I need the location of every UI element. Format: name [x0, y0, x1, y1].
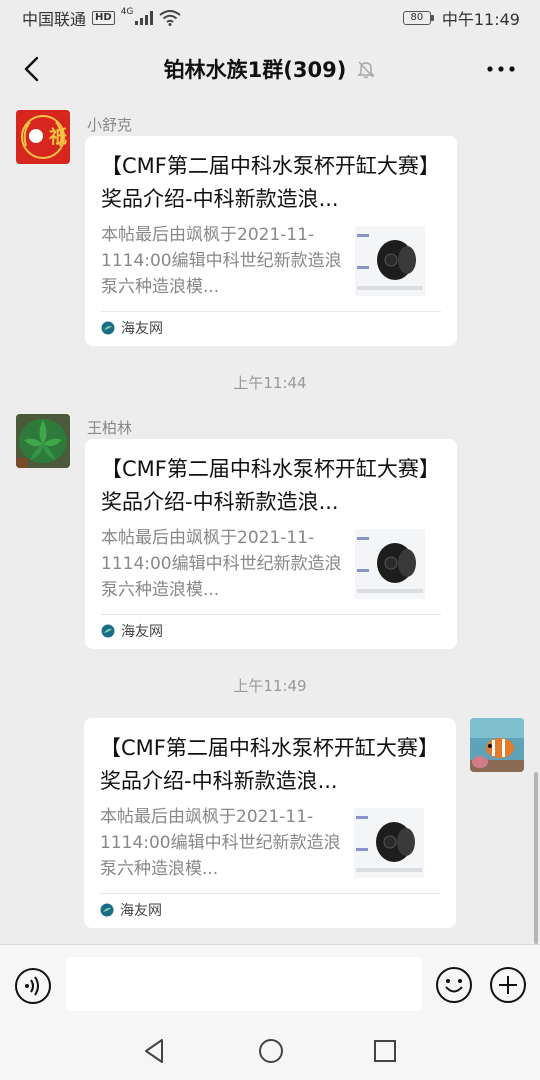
- svg-text:祇: 祇: [48, 126, 67, 148]
- source-globe-icon: [101, 624, 115, 638]
- link-card[interactable]: 【CMF第二届中科水泵杯开缸大赛】奖品介绍-中科新款造浪... 本帖最后由飒枫于…: [85, 136, 457, 346]
- nav-home-circle-icon: [259, 1039, 283, 1063]
- chat-header: 铂林水族1群(309): [0, 36, 540, 102]
- card-body: 本帖最后由飒枫于2021-11-1114:00编辑中科世纪新款造浪泵六种造浪模.…: [101, 222, 441, 300]
- bell-off-icon: [357, 61, 376, 79]
- message-input[interactable]: [66, 957, 422, 1011]
- card-description: 本帖最后由飒枫于2021-11-1114:00编辑中科世纪新款造浪泵六种造浪模.…: [101, 225, 342, 297]
- card-divider: [101, 311, 441, 312]
- scrollbar[interactable]: [534, 772, 538, 944]
- card-body: 本帖最后由飒枫于2021-11-1114:00编辑中科世纪新款造浪泵六种造浪模.…: [101, 525, 441, 603]
- battery-level: 80: [402, 11, 431, 25]
- link-card[interactable]: 【CMF第二届中科水泵杯开缸大赛】奖品介绍-中科新款造浪... 本帖最后由飒枫于…: [84, 718, 456, 928]
- avatar[interactable]: [16, 414, 70, 468]
- card-thumbnail: [355, 529, 425, 599]
- wifi-icon: [159, 10, 182, 26]
- hd-badge: HD: [92, 11, 115, 25]
- avatar[interactable]: [470, 718, 524, 772]
- voice-button[interactable]: [14, 967, 52, 1005]
- card-source-label: 海友网: [120, 903, 162, 919]
- card-source-label: 海友网: [121, 321, 163, 337]
- card-description: 本帖最后由飒枫于2021-11-1114:00编辑中科世纪新款造浪泵六种造浪模.…: [100, 807, 341, 879]
- emoji-icon: [436, 967, 472, 1003]
- card-source: 海友网: [101, 318, 163, 338]
- nav-home-button[interactable]: [256, 1036, 286, 1066]
- card-thumbnail: [354, 808, 424, 878]
- status-right: 80 中午11:49: [402, 6, 520, 30]
- card-thumbnail: [355, 226, 425, 296]
- emoji-button[interactable]: [434, 965, 474, 1005]
- nav-back-triangle-icon: [145, 1039, 163, 1063]
- signal-icon: [135, 11, 154, 25]
- card-description: 本帖最后由飒枫于2021-11-1114:00编辑中科世纪新款造浪泵六种造浪模.…: [101, 528, 342, 600]
- battery-icon: 80: [402, 11, 434, 25]
- card-title: 【CMF第二届中科水泵杯开缸大赛】奖品介绍-中科新款造浪...: [101, 457, 440, 514]
- avatar[interactable]: 祇: [16, 110, 70, 164]
- status-time: 中午11:49: [441, 10, 520, 29]
- more-dots-icon: [487, 66, 515, 72]
- system-nav-bar: [0, 1024, 540, 1080]
- card-source: 海友网: [101, 621, 163, 641]
- input-bar: [0, 944, 540, 1024]
- card-title: 【CMF第二届中科水泵杯开缸大赛】奖品介绍-中科新款造浪...: [100, 736, 439, 793]
- chevron-left-icon: [24, 56, 39, 82]
- sender-name: 小舒克: [87, 116, 133, 134]
- nav-back-button[interactable]: [140, 1036, 170, 1066]
- source-globe-icon: [101, 321, 115, 335]
- chat-title: 铂林水族1群(309): [163, 58, 347, 82]
- nav-recent-square-icon: [374, 1040, 396, 1062]
- sender-name: 王柏林: [87, 419, 133, 437]
- carrier-label: 中国联通: [22, 10, 87, 29]
- more-button[interactable]: [484, 56, 518, 82]
- card-body: 本帖最后由飒枫于2021-11-1114:00编辑中科世纪新款造浪泵六种造浪模.…: [100, 804, 440, 882]
- nav-recent-button[interactable]: [370, 1036, 400, 1066]
- card-divider: [100, 893, 440, 894]
- back-button[interactable]: [16, 54, 46, 84]
- link-card[interactable]: 【CMF第二届中科水泵杯开缸大赛】奖品介绍-中科新款造浪... 本帖最后由飒枫于…: [85, 439, 457, 649]
- more-options-button[interactable]: [488, 965, 528, 1005]
- timestamp: 上午11:44: [233, 374, 307, 392]
- card-source-label: 海友网: [121, 624, 163, 640]
- card-title: 【CMF第二届中科水泵杯开缸大赛】奖品介绍-中科新款造浪...: [101, 154, 440, 211]
- network-label: 4G: [120, 7, 134, 17]
- status-left: 中国联通 HD 4G: [22, 6, 182, 30]
- chat-area[interactable]: 祇 小舒克 【CMF第二届中科水泵杯开缸大赛】奖品介绍-中科新款造浪... 本帖…: [0, 102, 540, 944]
- timestamp: 上午11:49: [233, 677, 307, 695]
- card-divider: [101, 614, 441, 615]
- source-globe-icon: [100, 903, 114, 917]
- plus-icon: [490, 967, 526, 1003]
- card-source: 海友网: [100, 900, 162, 920]
- status-bar: 中国联通 HD 4G 80 中午11:49: [0, 0, 540, 36]
- title-wrap: 铂林水族1群(309): [164, 54, 377, 84]
- voice-icon: [15, 968, 51, 1004]
